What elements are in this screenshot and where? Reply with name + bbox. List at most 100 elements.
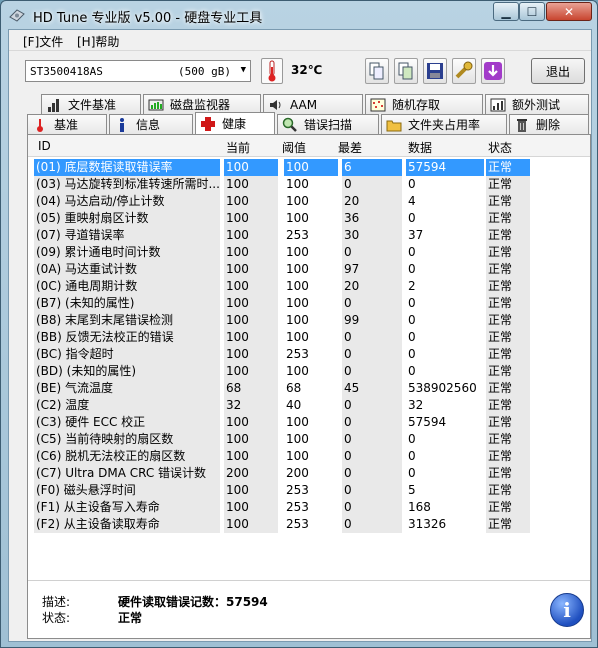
tab-aam[interactable]: AAM [263,94,363,114]
table-row[interactable]: (F2) 从主设备读取寿命 100 253 0 31326 正常 [28,516,590,533]
table-row[interactable]: (BD) (未知的属性) 100 100 0 0 正常 [28,363,590,380]
cell-threshold: 100 [286,279,309,293]
disk-monitor-icon [148,97,164,113]
cell-status: 正常 [486,380,530,397]
cell-current: 100 [224,346,278,363]
tab-random-access[interactable]: 随机存取 [365,94,483,114]
close-button[interactable]: ✕ [546,2,592,21]
table-row[interactable]: (0C) 通电周期计数 100 100 20 2 正常 [28,278,590,295]
table-row[interactable]: (C3) 硬件 ECC 校正 100 100 0 57594 正常 [28,414,590,431]
tab-error-scan[interactable]: 错误扫描 [277,114,379,134]
cell-data: 57594 [406,159,484,176]
drive-select[interactable]: ST3500418AS (500 gB) ▼ [25,60,251,82]
col-header-current[interactable]: 当前 [226,139,250,156]
minimize-icon: ▁ [501,4,511,19]
download-button[interactable] [481,58,505,84]
cell-current: 100 [224,176,278,193]
col-header-status[interactable]: 状态 [488,139,512,156]
cell-attribute: (BE) 气流温度 [34,380,220,397]
tab-label: 信息 [136,118,161,132]
cell-status: 正常 [486,210,530,227]
menu-file[interactable]: [F]文件 [23,33,63,50]
cell-threshold: 253 [286,347,309,361]
cell-threshold: 100 [286,330,309,344]
minimize-button[interactable]: ▁ [493,2,519,21]
smart-table[interactable]: ID 当前 阈值 最差 数据 状态 (01) 底层数据读取错误率 100 100 6 5… [28,135,590,575]
table-row[interactable]: (01) 底层数据读取错误率 100 100 6 57594 正常 [28,159,590,176]
table-row[interactable]: (C5) 当前待映射的扇区数 100 100 0 0 正常 [28,431,590,448]
col-header-worst[interactable]: 最差 [338,139,362,156]
table-row[interactable]: (BB) 反馈无法校正的错误 100 100 0 0 正常 [28,329,590,346]
tab-folder-usage[interactable]: 文件夹占用率 [381,114,507,134]
tab-extra-tests[interactable]: 额外测试 [485,94,589,114]
wrench-options-icon [455,61,473,79]
col-header-id[interactable]: ID [38,139,51,153]
cell-threshold: 100 [286,313,309,327]
table-header: ID 当前 阈值 最差 数据 状态 [28,135,590,157]
tab-benchmark[interactable]: 基准 [27,114,107,134]
folder-icon [386,117,402,133]
tab-erase[interactable]: 删除 [509,114,589,134]
table-row[interactable]: (B7) (未知的属性) 100 100 0 0 正常 [28,295,590,312]
options-button[interactable] [452,58,476,84]
cell-worst: 97 [342,261,402,278]
table-row[interactable]: (BC) 指令超时 100 253 0 0 正常 [28,346,590,363]
table-row[interactable]: (C7) Ultra DMA CRC 错误计数 200 200 0 0 正常 [28,465,590,482]
table-row[interactable]: (05) 重映射扇区计数 100 100 36 0 正常 [28,210,590,227]
copy-icon [369,62,384,80]
cell-current: 100 [224,210,278,227]
tab-label: 磁盘监视器 [170,98,231,112]
cell-status: 正常 [486,346,530,363]
cell-worst: 30 [342,227,402,244]
cell-data: 0 [408,313,416,327]
col-header-threshold[interactable]: 阈值 [282,139,306,156]
tab-info[interactable]: 信息 [109,114,193,134]
table-row[interactable]: (04) 马达启动/停止计数 100 100 20 4 正常 [28,193,590,210]
tab-health[interactable]: 健康 [195,112,275,134]
menu-help[interactable]: [H]帮助 [77,33,119,50]
table-row[interactable]: (03) 马达旋转到标准转速所需时... 100 100 0 0 正常 [28,176,590,193]
table-row[interactable]: (C6) 脱机无法校正的扇区数 100 100 0 0 正常 [28,448,590,465]
cell-status: 正常 [486,363,530,380]
table-row[interactable]: (BE) 气流温度 68 68 45 538902560 正常 [28,380,590,397]
cell-status: 正常 [486,397,530,414]
title-bar[interactable]: HD Tune 专业版 v5.00 - 硬盘专业工具 ▁ ☐ ✕ [1,1,597,29]
table-row[interactable]: (0A) 马达重试计数 100 100 97 0 正常 [28,261,590,278]
table-row[interactable]: (09) 累计通电时间计数 100 100 0 0 正常 [28,244,590,261]
cell-attribute: (0C) 通电周期计数 [34,278,220,295]
maximize-button[interactable]: ☐ [519,2,545,21]
cell-worst: 36 [342,210,402,227]
table-row[interactable]: (07) 寻道错误率 100 253 30 37 正常 [28,227,590,244]
table-row[interactable]: (C2) 温度 32 40 0 32 正常 [28,397,590,414]
app-window: HD Tune 专业版 v5.00 - 硬盘专业工具 ▁ ☐ ✕ [F]文件 [… [0,0,598,648]
temperature-readout: 32℃ [291,63,323,77]
cell-status: 正常 [486,329,530,346]
copy-text-button[interactable] [365,58,389,84]
tab-disk-monitor[interactable]: 磁盘监视器 [143,94,261,114]
exit-button[interactable]: 退出 [531,58,585,84]
copy-screenshot-button[interactable] [394,58,418,84]
health-panel: ID 当前 阈值 最差 数据 状态 (01) 底层数据读取错误率 100 100 6 5… [27,134,591,639]
cell-threshold: 68 [286,381,302,395]
speaker-icon [268,97,284,113]
cell-current: 100 [224,159,278,176]
tab-file-benchmark[interactable]: 文件基准 [41,94,141,114]
cell-attribute: (C6) 脱机无法校正的扇区数 [34,448,220,465]
save-button[interactable] [423,58,447,84]
cell-data: 0 [408,245,416,259]
table-row[interactable]: (F1) 从主设备写入寿命 100 253 0 168 正常 [28,499,590,516]
cell-current: 100 [224,312,278,329]
cell-threshold: 100 [286,415,309,429]
cell-current: 100 [224,278,278,295]
col-header-data[interactable]: 数据 [408,139,432,156]
info-button[interactable]: i [550,593,584,627]
tab-label: 删除 [536,118,561,132]
tab-label: 健康 [222,117,247,131]
cell-current: 100 [224,516,278,533]
cell-data: 0 [408,330,416,344]
details-footer: 描述: 硬件读取错误记数：57594 状态: 正常 i [28,580,590,638]
cell-attribute: (0A) 马达重试计数 [34,261,220,278]
cell-current: 100 [224,363,278,380]
table-row[interactable]: (F0) 磁头悬浮时间 100 253 0 5 正常 [28,482,590,499]
table-row[interactable]: (B8) 末尾到末尾错误检测 100 100 99 0 正常 [28,312,590,329]
